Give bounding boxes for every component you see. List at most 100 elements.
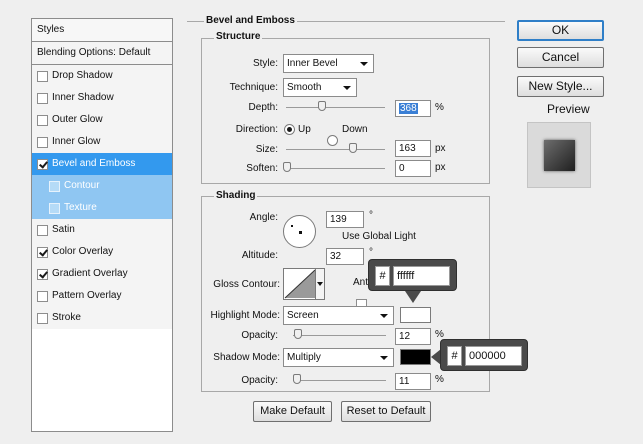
angle-wheel[interactable]	[283, 215, 316, 248]
style-item-label: Stroke	[52, 312, 81, 323]
soften-input[interactable]: 0	[395, 160, 431, 177]
style-item-inner-glow[interactable]: Inner Glow	[32, 131, 172, 153]
highlight-opacity-input[interactable]: 12	[395, 328, 431, 345]
styles-header[interactable]: Styles	[32, 19, 172, 42]
size-input[interactable]: 163	[395, 140, 431, 157]
style-item-checkbox[interactable]	[37, 92, 48, 104]
style-item-color-overlay[interactable]: Color Overlay	[32, 241, 172, 263]
styles-item-list: Drop Shadow Inner Shadow Outer Glow Inner G…	[32, 65, 172, 329]
angle-label: Angle:	[249, 212, 278, 223]
direction-up-radio[interactable]	[284, 124, 295, 135]
technique-label: Technique:	[229, 82, 278, 93]
highlight-tooltip-pointer	[405, 291, 421, 303]
reset-to-default-button[interactable]: Reset to Default	[341, 401, 431, 422]
angle-wheel-center-dot	[299, 231, 302, 234]
highlight-opacity-track[interactable]	[293, 335, 386, 336]
shadow-mode-label: Shadow Mode:	[213, 352, 280, 363]
soften-slider-track[interactable]	[286, 168, 385, 169]
highlight-mode-dropdown[interactable]: Screen	[283, 306, 394, 325]
use-global-light-label[interactable]: Use Global Light	[342, 231, 416, 242]
depth-slider-thumb[interactable]	[318, 101, 326, 111]
shading-title: Shading	[214, 190, 258, 201]
new-style-button[interactable]: New Style...	[517, 76, 604, 97]
ok-button[interactable]: OK	[517, 20, 604, 41]
depth-unit: %	[435, 102, 444, 113]
technique-dropdown[interactable]: Smooth	[283, 78, 357, 97]
angle-wheel-direction-marker	[291, 225, 293, 227]
depth-slider-track[interactable]	[286, 107, 385, 108]
altitude-label: Altitude:	[241, 250, 278, 261]
style-item-checkbox[interactable]	[37, 70, 48, 82]
style-item-label: Satin	[52, 224, 75, 235]
style-item-checkbox[interactable]	[37, 158, 48, 170]
style-item-label: Inner Glow	[52, 136, 101, 147]
style-item-checkbox[interactable]	[37, 312, 48, 324]
style-item-gradient-overlay[interactable]: Gradient Overlay	[32, 263, 172, 285]
style-item-checkbox[interactable]	[37, 114, 48, 126]
shadow-tooltip-hex: 000000	[465, 346, 522, 366]
style-item-texture[interactable]: Texture	[32, 197, 172, 219]
style-dropdown[interactable]: Inner Bevel	[283, 54, 374, 73]
size-slider-thumb[interactable]	[349, 143, 357, 153]
highlight-color-swatch[interactable]	[400, 307, 431, 323]
highlight-opacity-thumb[interactable]	[294, 329, 302, 339]
preview-thumbnail	[527, 122, 591, 188]
style-item-pattern-overlay[interactable]: Pattern Overlay	[32, 285, 172, 307]
style-item-drop-shadow[interactable]: Drop Shadow	[32, 65, 172, 87]
make-default-button[interactable]: Make Default	[253, 401, 332, 422]
shadow-opacity-label: Opacity:	[241, 375, 278, 386]
styles-list-panel: Styles Blending Options: Default Drop Sh…	[31, 18, 173, 432]
size-unit: px	[435, 143, 446, 154]
style-item-checkbox[interactable]	[49, 202, 60, 214]
shadow-opacity-thumb[interactable]	[293, 374, 301, 384]
altitude-unit: °	[369, 247, 373, 258]
style-item-checkbox[interactable]	[49, 180, 60, 192]
gloss-contour-dropdown-arrow-icon[interactable]	[315, 269, 324, 299]
depth-input[interactable]: 368	[395, 100, 431, 117]
style-item-contour[interactable]: Contour	[32, 175, 172, 197]
style-item-outer-glow[interactable]: Outer Glow	[32, 109, 172, 131]
style-item-inner-shadow[interactable]: Inner Shadow	[32, 87, 172, 109]
gloss-contour-label: Gloss Contour:	[213, 279, 280, 290]
style-item-satin[interactable]: Satin	[32, 219, 172, 241]
style-item-label: Outer Glow	[52, 114, 103, 125]
direction-label: Direction:	[235, 124, 278, 135]
style-item-label: Texture	[64, 202, 97, 213]
style-item-checkbox[interactable]	[37, 290, 48, 302]
preview-swatch	[544, 140, 575, 171]
shadow-color-tooltip: # 000000	[440, 339, 528, 371]
style-item-label: Drop Shadow	[52, 70, 113, 81]
cancel-button[interactable]: Cancel	[517, 47, 604, 68]
angle-unit: °	[369, 210, 373, 221]
shadow-opacity-input[interactable]: 11	[395, 373, 431, 390]
soften-slider-thumb[interactable]	[283, 162, 291, 172]
style-item-checkbox[interactable]	[37, 246, 48, 258]
highlight-tooltip-hash: #	[375, 266, 390, 286]
shadow-opacity-unit: %	[435, 374, 444, 385]
shadow-color-swatch[interactable]	[400, 349, 431, 365]
direction-down-radio[interactable]	[327, 135, 338, 146]
angle-input[interactable]: 139	[326, 211, 364, 228]
depth-label: Depth:	[248, 102, 278, 113]
style-item-checkbox[interactable]	[37, 136, 48, 148]
soften-unit: px	[435, 162, 446, 173]
shadow-mode-dropdown[interactable]: Multiply	[283, 348, 394, 367]
style-item-bevel-and-emboss[interactable]: Bevel and Emboss	[32, 153, 172, 175]
direction-down-label[interactable]: Down	[342, 124, 368, 135]
shadow-opacity-track[interactable]	[293, 380, 386, 381]
soften-label: Soften:	[246, 163, 278, 174]
blending-options-item[interactable]: Blending Options: Default	[32, 42, 172, 65]
shadow-tooltip-hash: #	[447, 346, 462, 366]
highlight-tooltip-hex: ffffff	[393, 266, 450, 286]
gloss-contour-preview[interactable]	[283, 268, 325, 300]
size-slider-track[interactable]	[286, 149, 385, 150]
altitude-input[interactable]: 32	[326, 248, 364, 265]
direction-up-label[interactable]: Up	[298, 124, 311, 135]
style-item-label: Gradient Overlay	[52, 268, 128, 279]
style-item-label: Bevel and Emboss	[52, 158, 136, 169]
style-item-label: Contour	[64, 180, 100, 191]
style-item-stroke[interactable]: Stroke	[32, 307, 172, 329]
style-item-checkbox[interactable]	[37, 268, 48, 280]
preview-label[interactable]: Preview	[547, 102, 590, 116]
style-item-checkbox[interactable]	[37, 224, 48, 236]
